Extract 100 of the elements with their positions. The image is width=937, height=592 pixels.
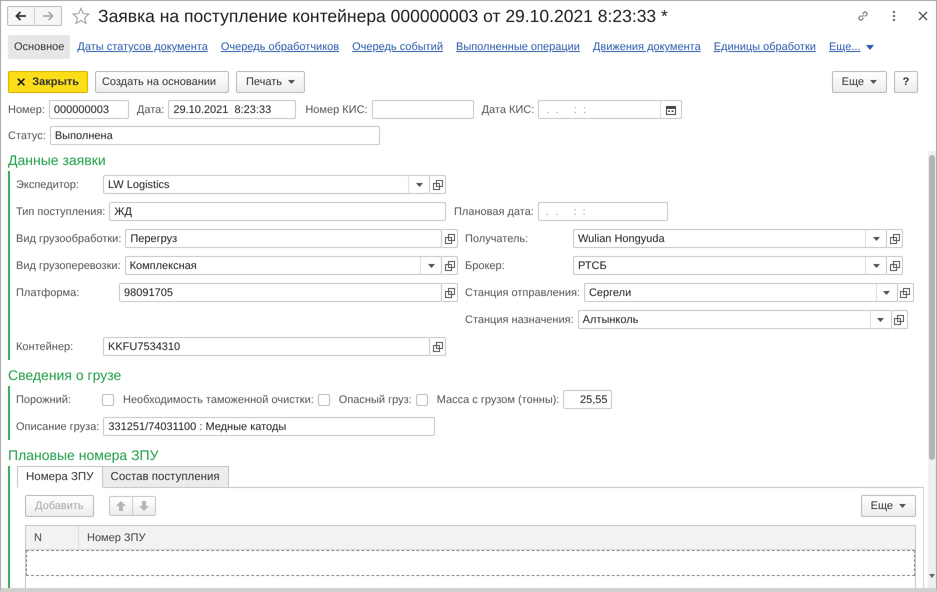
field-label: Дата КИС: [482,104,536,116]
calendar-icon [666,104,676,114]
caret-icon [428,264,434,268]
star-icon[interactable] [72,7,90,25]
field-label: Номер: [8,104,46,116]
field-label: Вид грузоперевозки: [16,260,122,272]
open-button[interactable] [430,337,446,356]
section-title: Сведения о грузе [8,367,122,383]
field-label: Контейнер: [16,340,74,352]
windows-icon [444,234,454,244]
field-label: Экспедитор: [16,178,80,190]
checkbox[interactable] [102,394,114,406]
help-button[interactable]: ? [894,71,918,93]
tab[interactable]: Состав поступления [102,466,229,488]
input-field[interactable]: Комплексная [124,256,442,275]
tab[interactable]: Выполненные операции [450,35,586,59]
open-button[interactable] [887,229,903,248]
column-header[interactable]: Номер ЗПУ [79,526,154,549]
field-label: Статус: [8,130,47,142]
open-button[interactable] [430,175,446,194]
input-field[interactable] [372,100,474,119]
menu-icon[interactable] [892,10,896,22]
windows-icon [432,180,442,190]
field-label: Описание груза: [16,420,100,432]
window-title: Заявка на поступление контейнера 000000003 от 29.10.2021 8:23:33 * [98,6,669,26]
caret-icon [288,80,296,84]
checkbox[interactable] [318,394,330,406]
open-button[interactable] [442,229,458,248]
input-field[interactable]: Алтынколь [578,310,892,329]
field-label: Станция назначения: [465,314,575,326]
input-field[interactable]: 331251/74031100 : Медные катоды [103,417,436,436]
field-label: Получатель: [465,232,530,244]
tab[interactable]: Очередь событий [346,35,449,59]
tab[interactable]: Номера ЗПУ [17,466,103,488]
tab[interactable]: Единицы обработки [708,35,822,59]
caret-icon [877,318,884,322]
open-button[interactable] [892,310,908,329]
scroll-down-icon[interactable] [929,574,935,578]
up-arrow-icon [116,501,126,511]
column-header[interactable]: N [26,526,79,549]
field-label: Станция отправления: [465,286,581,298]
field-label: Брокер: [465,260,506,272]
field-label: Тип поступления: [16,206,106,218]
input-field[interactable]: 000000003 [48,100,129,119]
field-label: Плановая дата: [454,206,535,218]
field-label: Номер КИС: [304,104,369,116]
tab[interactable]: Очередь обработчиков [214,35,346,59]
tab[interactable]: Движения документа [586,35,707,59]
tab[interactable]: Основное [8,35,70,59]
windows-icon [444,288,454,298]
caret-icon [872,264,880,268]
caret-icon [870,80,877,84]
input-field[interactable]: 25,55 [563,390,612,409]
more-button[interactable]: Еще [832,71,887,93]
field-label: Вид грузообработки: [16,232,122,244]
open-button[interactable] [442,283,458,302]
input-field[interactable]: 98091705 [119,283,442,302]
open-button[interactable] [887,256,903,275]
input-field[interactable]: ЖД [109,202,446,221]
windows-icon [890,234,900,244]
more-button[interactable]: Еще [860,495,916,517]
section-title: Плановые номера ЗПУ [8,447,160,463]
checkbox-label: Опасный груз: [338,394,413,406]
back-button[interactable] [8,7,34,25]
input-field[interactable]: KKFU7534310 [103,337,430,356]
down-arrow-icon [138,501,149,511]
input-field[interactable]: Выполнена [50,126,380,145]
field-label: Дата: [136,104,166,116]
close-button[interactable]: Закрыть [8,71,88,93]
input-field[interactable]: Сергели [584,283,898,302]
caret-icon[interactable] [866,44,874,50]
checkbox-label: Порожний: [16,394,72,406]
forward-arrow-icon [42,11,54,21]
more-tab[interactable]: Еще... [822,35,864,59]
caret-icon [416,182,422,186]
table-row[interactable] [26,550,915,576]
input-field[interactable]: РТСБ [573,256,887,275]
windows-icon [900,288,910,298]
section-title: Данные заявки [8,152,107,168]
field-label: Масса с грузом (тонны): [436,394,560,406]
open-button[interactable] [442,256,458,275]
caret-icon [883,290,890,294]
input-field[interactable]: Wulian Hongyuda [573,229,887,248]
print-button[interactable]: Печать [236,71,306,93]
checkbox-label: Необходимость таможенной очистки: [123,394,315,406]
input-field[interactable]: Перегруз [125,229,442,248]
caret-icon [872,236,880,240]
windows-icon [894,314,904,324]
close-icon [17,77,26,87]
tab[interactable]: Даты статусов документа [71,35,214,59]
create-based-on-button[interactable]: Создать на основании [95,71,229,93]
input-field[interactable]: 29.10.2021 8:23:33 [168,100,296,119]
link-icon[interactable] [856,9,870,23]
close-icon[interactable] [918,11,928,21]
caret-icon [899,504,906,508]
input-field[interactable]: LW Logistics [103,175,430,194]
checkbox[interactable] [416,394,428,406]
windows-icon [432,342,442,352]
open-button[interactable] [898,283,914,302]
scrollbar[interactable] [928,151,936,588]
